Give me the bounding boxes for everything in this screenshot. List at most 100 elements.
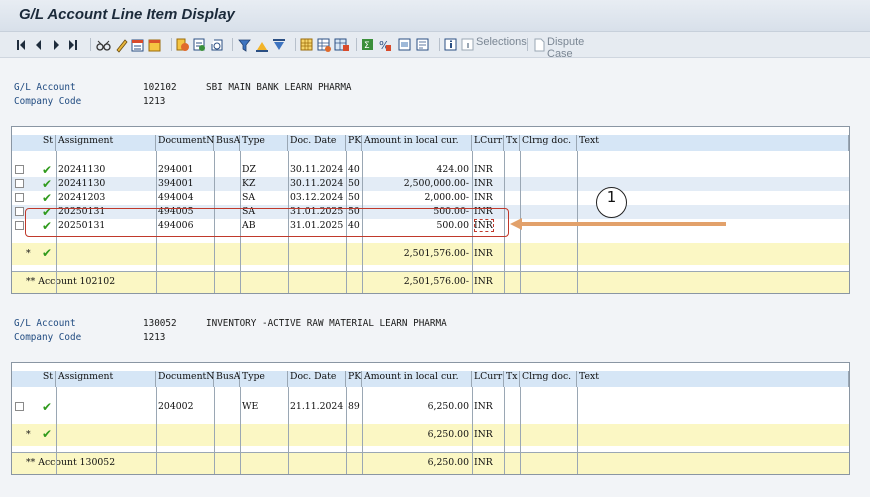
account-total-label: ** Account 130052: [26, 457, 116, 468]
info-icon[interactable]: [444, 38, 457, 51]
application-toolbar: Σ % Selections Dispute Case: [0, 32, 870, 60]
toolbar-separator: [295, 38, 296, 51]
column-header[interactable]: Doc. Date: [288, 135, 346, 151]
cell-amount: 6,250.00: [427, 401, 469, 412]
status-check-icon: ✔: [42, 246, 53, 260]
column-header[interactable]: DocumentNo: [156, 371, 220, 387]
attachment-icon[interactable]: [416, 38, 429, 51]
column-header[interactable]: Clrng doc.: [520, 371, 577, 387]
column-header[interactable]: LCurr: [472, 135, 504, 151]
column-header[interactable]: Type: [240, 135, 288, 151]
export-icon[interactable]: [317, 38, 331, 52]
column-divider: [288, 387, 289, 474]
dispute-case-icon: [534, 38, 545, 52]
subtotal-currency: INR: [474, 248, 493, 259]
selections-button[interactable]: Selections: [476, 36, 527, 53]
subtotal-icon[interactable]: %: [379, 39, 391, 52]
row-select-checkbox[interactable]: [15, 179, 24, 188]
calendar-icon[interactable]: [148, 39, 161, 52]
account-total-label: ** Account 102102: [26, 276, 116, 287]
next-page-icon[interactable]: [54, 40, 59, 50]
cell-doc: 294001: [158, 164, 194, 175]
pencil-icon[interactable]: [116, 39, 128, 53]
cell-doc: 494004: [158, 192, 194, 203]
column-divider: [362, 387, 363, 474]
column-header[interactable]: DocumentNo: [156, 135, 220, 151]
grid-icon[interactable]: [300, 38, 313, 51]
column-header[interactable]: BusA: [214, 371, 240, 387]
doc-split-icon[interactable]: [176, 38, 189, 51]
column-header[interactable]: Text: [577, 135, 849, 151]
account-name: INVENTORY -ACTIVE RAW MATERIAL LEARN PHA…: [206, 318, 447, 329]
subtotal-marker: *: [26, 429, 31, 440]
cell-pk: 40: [348, 164, 360, 175]
column-header[interactable]: PK: [346, 135, 362, 151]
last-page-icon[interactable]: [69, 40, 77, 50]
doc-change-icon[interactable]: [193, 38, 205, 51]
cell-pk: 50: [348, 192, 360, 203]
toolbar-separator: [232, 38, 233, 51]
sum-icon[interactable]: Σ: [362, 39, 373, 51]
column-divider: [156, 387, 157, 474]
row-select-checkbox[interactable]: [15, 193, 24, 202]
arrow-icon: [510, 218, 726, 230]
subtotal-currency: INR: [474, 429, 493, 440]
column-divider: [214, 387, 215, 474]
sort-asc-icon[interactable]: [256, 42, 268, 52]
refresh-icon[interactable]: [211, 39, 223, 51]
row-select-checkbox[interactable]: [15, 165, 24, 174]
company-code-label: Company Code: [14, 96, 82, 107]
cell-assign: 20241203: [58, 192, 106, 203]
cell-doc: 204002: [158, 401, 194, 412]
prev-page-icon[interactable]: [36, 40, 41, 50]
row-select-checkbox[interactable]: [15, 207, 24, 216]
layout-icon[interactable]: [131, 39, 144, 52]
column-header[interactable]: St: [12, 371, 56, 387]
account-number: 102102: [143, 82, 177, 93]
toolbar-group-6: [444, 38, 474, 51]
status-check-icon: ✔: [42, 427, 53, 441]
spreadsheet-icon[interactable]: [334, 38, 349, 51]
toolbar-group-2: [176, 38, 223, 51]
status-check-icon: ✔: [42, 400, 53, 414]
dispute-case-button[interactable]: Dispute Case: [547, 36, 607, 60]
company-code-label: Company Code: [14, 332, 82, 343]
column-header[interactable]: PK: [346, 371, 362, 387]
column-header[interactable]: St: [12, 135, 56, 151]
cell-curr: INR: [474, 401, 493, 412]
toolbar-group-1: [96, 39, 161, 53]
currency-highlight: [474, 219, 494, 232]
account-info-1: G/L Account: [14, 81, 76, 95]
toolbar-group-5: Σ %: [362, 38, 429, 52]
row-select-checkbox[interactable]: [15, 402, 24, 411]
account-total-currency: INR: [474, 457, 493, 468]
toolbar-separator: [527, 38, 528, 51]
company-code-value: 1213: [143, 332, 166, 343]
column-header[interactable]: Amount in local cur.: [362, 135, 472, 151]
cell-type: SA: [242, 192, 256, 203]
selections-icon[interactable]: [461, 38, 474, 51]
row-select-checkbox[interactable]: [15, 221, 24, 230]
column-header[interactable]: Type: [240, 371, 288, 387]
glasses-icon[interactable]: [96, 40, 111, 51]
column-header[interactable]: Clrng doc.: [520, 135, 577, 151]
column-header[interactable]: Doc. Date: [288, 371, 346, 387]
print-preview-icon[interactable]: [398, 38, 411, 51]
first-page-icon[interactable]: [17, 40, 25, 50]
sort-desc-icon[interactable]: [273, 39, 285, 50]
column-header[interactable]: Assignment: [56, 371, 156, 387]
column-divider: [56, 387, 57, 474]
column-header[interactable]: Text: [577, 371, 849, 387]
title-bar: G/L Account Line Item Display: [0, 0, 870, 32]
column-header[interactable]: Tx: [504, 371, 520, 387]
column-header[interactable]: Tx: [504, 135, 520, 151]
toolbar-separator: [439, 38, 440, 51]
column-header[interactable]: Assignment: [56, 135, 156, 151]
window-title: G/L Account Line Item Display: [19, 6, 235, 23]
cell-curr: INR: [474, 178, 493, 189]
cell-type: KZ: [242, 178, 256, 189]
column-header[interactable]: LCurr: [472, 371, 504, 387]
column-header[interactable]: Amount in local cur.: [362, 371, 472, 387]
filter-icon[interactable]: [238, 39, 251, 52]
column-header[interactable]: BusA: [214, 135, 240, 151]
